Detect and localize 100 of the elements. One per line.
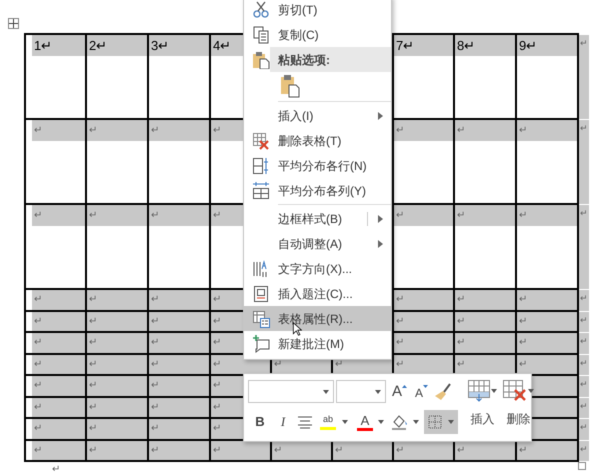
- distribute-columns-icon: [252, 182, 270, 200]
- paste-option-button[interactable]: [278, 73, 302, 99]
- down-caret-icon: [423, 385, 428, 388]
- row-end-mark: ↵: [579, 205, 589, 290]
- table-cell: ↵: [149, 312, 211, 333]
- menu-heading: 粘贴选项:: [270, 47, 391, 72]
- table-move-handle[interactable]: [8, 18, 19, 29]
- table-cell: ↵: [517, 312, 579, 333]
- table-cell: ↵: [149, 333, 211, 354]
- table-cell: 8↵: [455, 35, 517, 120]
- table-cell: ↵: [149, 398, 211, 419]
- italic-button[interactable]: I: [277, 412, 289, 432]
- table-cell: ↵: [394, 120, 455, 205]
- insert-table-icon: [468, 380, 490, 402]
- table-cell: 7↵: [394, 35, 455, 120]
- table-cell: ↵: [26, 120, 87, 205]
- menu-item[interactable]: 表格属性(R)...: [244, 306, 391, 331]
- menu-item[interactable]: 自动调整(A): [244, 231, 391, 256]
- row-end-mark: ↵: [579, 333, 589, 354]
- table-cell: ↵: [149, 376, 211, 398]
- table-cell: ↵: [455, 120, 517, 205]
- table-cell: ↵: [87, 333, 149, 354]
- paint-bucket-icon: [391, 414, 408, 430]
- menu-item[interactable]: 复制(C): [244, 22, 391, 47]
- table-cell: ↵: [517, 290, 579, 312]
- table-cell: ↵: [87, 120, 149, 205]
- row-end-mark: ↵: [579, 120, 589, 205]
- menu-item[interactable]: 边框样式(B): [244, 206, 391, 231]
- paintbrush-icon: [434, 382, 452, 400]
- table-cell: ↵: [26, 376, 87, 398]
- table-cell: ↵: [455, 290, 517, 312]
- shrink-font-button[interactable]: A: [415, 387, 424, 399]
- table-cell: ↵: [455, 440, 517, 462]
- dropdown-caret-icon: [375, 390, 381, 394]
- caret-icon: [448, 420, 454, 424]
- menu-item[interactable]: 删除表格(T): [244, 128, 391, 153]
- table-cell: 3↵: [149, 35, 211, 120]
- table-cell: ↵: [87, 290, 149, 312]
- row-end-mark: ↵: [579, 398, 589, 419]
- clipboard-icon: [280, 74, 300, 98]
- table-cell: ↵: [26, 398, 87, 419]
- table-cell: ↵: [26, 205, 87, 290]
- row-end-mark: ↵: [579, 312, 589, 333]
- table-cell: ↵: [517, 354, 579, 376]
- table-cell: ↵: [211, 440, 272, 462]
- row-end-mark: ↵: [579, 354, 589, 376]
- menu-item[interactable]: 文字方向(X)...: [244, 256, 391, 281]
- table-cell: 2↵: [87, 35, 149, 120]
- table-cell: ↵: [394, 440, 455, 462]
- table-cell: ↵: [394, 312, 455, 333]
- font-size-field[interactable]: [336, 380, 386, 403]
- caret-icon: [342, 420, 348, 424]
- table-cell: ↵: [26, 354, 87, 376]
- submenu-arrow-icon: [378, 240, 383, 248]
- dropdown-caret-icon: [323, 390, 329, 394]
- caption-icon: [252, 284, 270, 302]
- copy-icon: [252, 26, 270, 44]
- table-cell: ↵: [26, 290, 87, 312]
- table-cell: ↵: [149, 205, 211, 290]
- format-painter-button[interactable]: [434, 382, 452, 400]
- menu-item[interactable]: 剪切(T): [244, 0, 391, 22]
- font-color-button[interactable]: A: [357, 414, 373, 430]
- highlight-button[interactable]: ab: [319, 414, 337, 430]
- table-cell: 1↵: [26, 35, 87, 120]
- up-caret-icon: [402, 385, 408, 388]
- align-button[interactable]: [298, 415, 312, 429]
- caret-icon: [528, 389, 534, 393]
- table-cell: ↵: [149, 419, 211, 440]
- shading-button[interactable]: [391, 414, 408, 430]
- table-cell: ↵: [394, 290, 455, 312]
- table-cell: ↵: [455, 333, 517, 354]
- table-cell: ↵: [517, 333, 579, 354]
- grow-font-button[interactable]: A: [392, 384, 402, 399]
- distribute-rows-icon: [252, 156, 270, 174]
- table-cell: ↵: [26, 333, 87, 354]
- menu-item[interactable]: 平均分布各行(N): [244, 153, 391, 178]
- align-center-icon: [298, 415, 312, 429]
- table-cell: ↵: [517, 440, 579, 462]
- font-name-field[interactable]: [248, 380, 334, 403]
- caret-icon: [378, 420, 384, 424]
- menu-item[interactable]: 平均分布各列(Y): [244, 178, 391, 203]
- table-resize-handle[interactable]: [578, 462, 586, 470]
- insert-button[interactable]: 插入: [468, 374, 497, 441]
- row-end-mark: ↵: [579, 290, 589, 312]
- menu-item[interactable]: 插入题注(C)...: [244, 281, 391, 306]
- borders-button[interactable]: [424, 410, 458, 434]
- caret-icon: [413, 420, 419, 424]
- table-cell: ↵: [149, 290, 211, 312]
- table-cell: ↵: [149, 440, 211, 462]
- menu-item[interactable]: 插入(I): [244, 103, 391, 128]
- table-cell: ↵: [333, 440, 394, 462]
- new-comment-icon: [252, 334, 270, 352]
- table-cell: ↵: [26, 312, 87, 333]
- scissors-icon: [252, 0, 270, 18]
- table-cell: ↵: [87, 354, 149, 376]
- submenu-arrow-icon: [378, 112, 383, 120]
- delete-button[interactable]: 删除: [503, 374, 534, 441]
- delete-table-icon: [503, 380, 527, 402]
- table-cell: ↵: [87, 419, 149, 440]
- menu-item[interactable]: 新建批注(M): [244, 331, 391, 356]
